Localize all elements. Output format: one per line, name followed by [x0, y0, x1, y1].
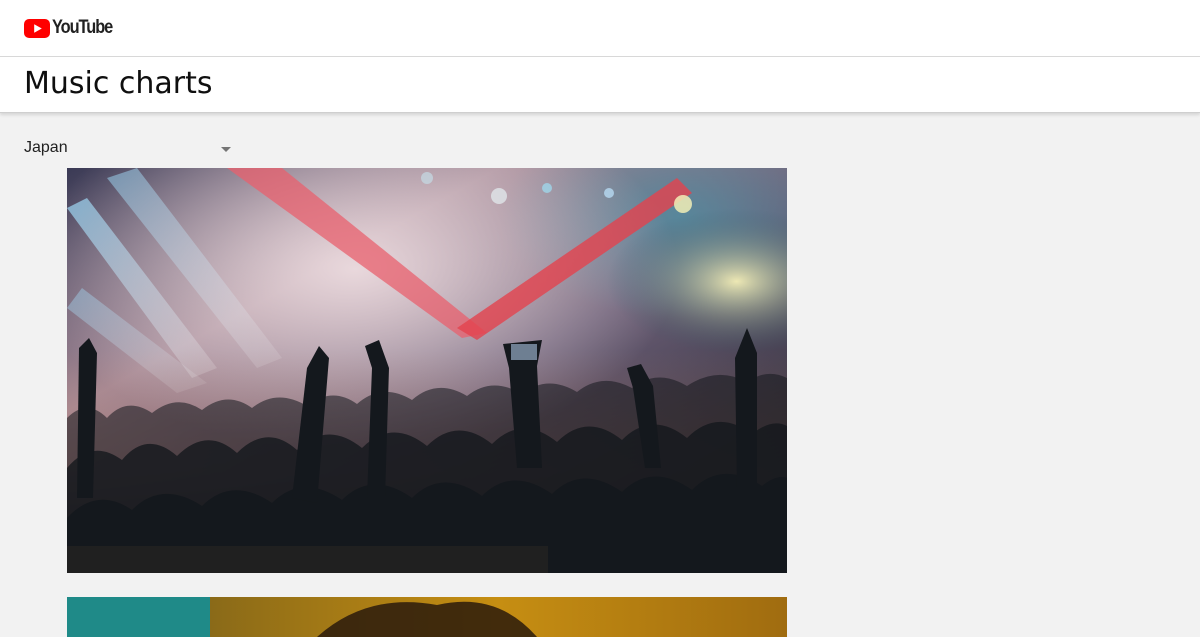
youtube-logo[interactable]: YouTube — [24, 17, 122, 39]
card-caption-bar — [67, 546, 548, 573]
concert-crowd-thumbnail — [67, 168, 787, 573]
title-bar: Music charts — [0, 57, 1200, 113]
page-title: Music charts — [24, 66, 213, 101]
chart-card-second[interactable] — [67, 597, 787, 637]
second-chart-thumbnail — [67, 597, 787, 637]
youtube-wordmark: YouTube — [52, 17, 113, 38]
top-app-bar: YouTube — [0, 0, 1200, 57]
youtube-play-icon — [24, 18, 50, 38]
dropdown-arrow-icon — [221, 147, 231, 152]
country-select-value: Japan — [24, 139, 68, 156]
country-select[interactable]: Japan — [24, 136, 234, 160]
chart-card-top[interactable] — [67, 168, 787, 573]
